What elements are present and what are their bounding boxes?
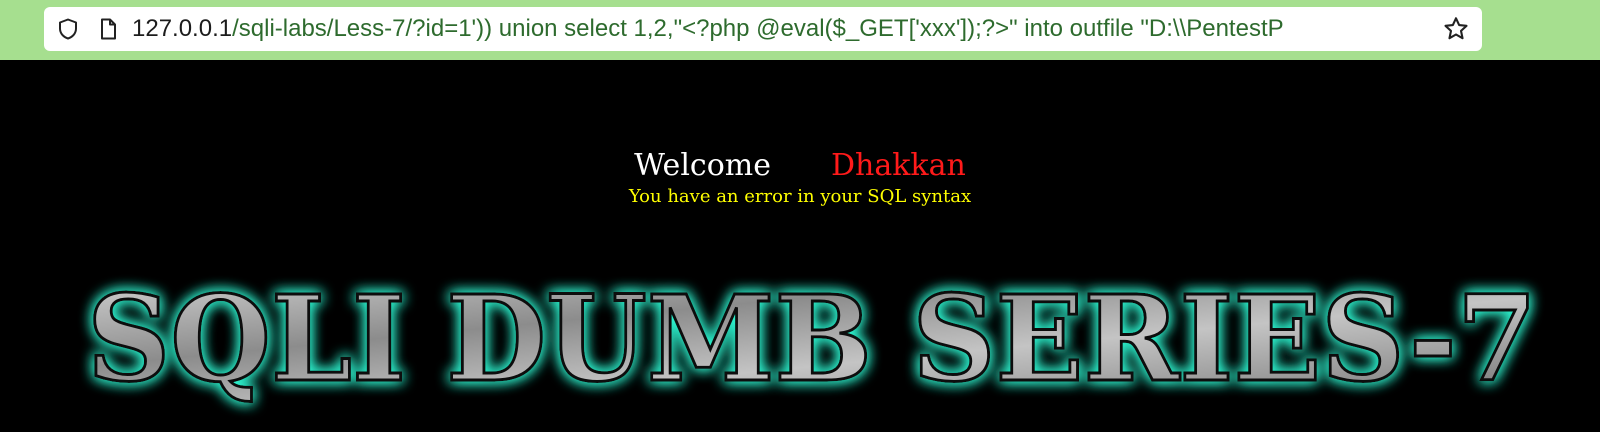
address-bar[interactable]: 127.0.0.1/sqli-labs/Less-7/?id=1')) unio…: [44, 7, 1482, 51]
error-message: You have an error in your SQL syntax: [628, 186, 972, 207]
url-text[interactable]: 127.0.0.1/sqli-labs/Less-7/?id=1')) unio…: [132, 15, 1434, 43]
url-host: 127.0.0.1: [132, 15, 233, 42]
welcome-line: Welcome Dhakkan: [0, 148, 1600, 184]
series-banner: SQLI DUMB SERIES-7: [86, 270, 1539, 410]
page-icon[interactable]: [96, 17, 120, 41]
browser-toolbar: 127.0.0.1/sqli-labs/Less-7/?id=1')) unio…: [0, 0, 1600, 60]
banner-text: SQLI DUMB SERIES-7: [87, 270, 1537, 408]
user-name: Dhakkan: [830, 148, 966, 183]
url-path: /sqli-labs/Less-7/?id=1')) union select …: [232, 15, 1284, 42]
welcome-text: Welcome: [634, 148, 771, 183]
shield-icon[interactable]: [56, 17, 80, 41]
bookmark-star-icon[interactable]: [1442, 15, 1470, 43]
